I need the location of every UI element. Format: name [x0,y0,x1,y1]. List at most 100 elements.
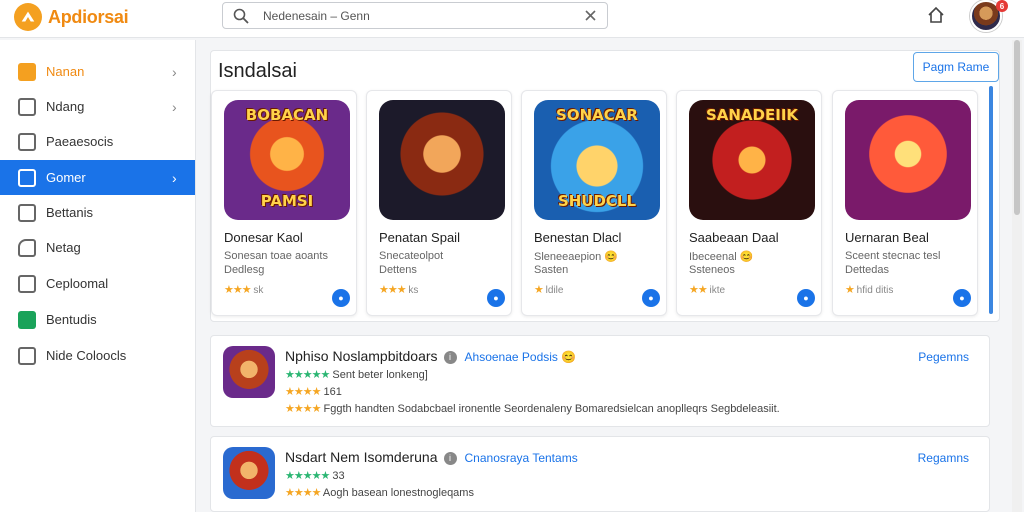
app-card[interactable]: SONACAR SHUDCLL Benestan Dlacl Sleneeaepion… [521,90,667,316]
sidebar-item-8[interactable]: Nide Coloocls [0,338,195,373]
info-icon[interactable]: i [443,452,457,465]
sidebar-item-label: Bettanis [46,205,93,220]
window-icon [18,97,36,116]
search-text[interactable]: Nedenesain – Genn [263,9,370,23]
artwork-title-bottom: SHUDCLL [557,192,637,210]
line-text: 33 [332,470,345,482]
app-card-rating: ★★ ikte [689,283,725,296]
app-card-rating: ★★★ ks [379,283,418,296]
search-icon [233,8,249,24]
app-artwork[interactable] [845,100,971,220]
check-icon [18,274,36,293]
app-card-subtitle: Sceent stecnac tesl [845,250,941,262]
top-bar: Apdiorsai Nedenesain – Genn 6 [0,0,1024,38]
developer-link[interactable]: Cnanosraya Tentams [465,451,578,465]
rating-text: hfid ditis [856,285,894,296]
sidebar-item-label: Paeaesocis [46,134,114,149]
line-text: 161 [323,386,342,398]
star-rating-icon: ★★★★★ [285,470,330,482]
section-title: Isndalsai [218,60,297,82]
app-thumbnail[interactable] [223,346,275,398]
apps-icon [18,62,36,81]
clear-search-icon[interactable] [584,9,597,22]
sidebar-item-label: Netag [46,240,81,255]
open-app-icon[interactable]: ● [797,289,815,307]
star-rating-icon: ★★★★ [285,487,321,499]
app-card-category: Dettedas [845,264,890,276]
list-item-name[interactable]: Nphiso Noslampbitdoars [285,348,438,364]
see-more-button[interactable]: Pagm Rame [913,52,999,82]
chevron-right-icon: › [172,98,177,115]
sidebar-item-5[interactable]: Netag [0,230,195,265]
app-artwork[interactable]: SONACAR SHUDCLL [534,100,660,220]
logo-icon[interactable] [14,3,42,31]
open-app-icon[interactable]: ● [487,289,505,307]
sidebar-item-label: Ceploomal [46,276,109,291]
list-item-title[interactable]: Nphiso Noslampbitdoars i Ahsoenae Podsis 😊 [285,348,576,364]
star-rating-icon: ★★★★ [285,386,321,398]
open-app-icon[interactable]: ● [953,289,971,307]
chevron-right-icon: › [172,63,177,80]
artwork-title-top: SONACAR [556,106,638,124]
sidebar-item-3[interactable]: Gomer › [0,160,195,195]
app-card-subtitle: Sleneeaepion 😊 [534,251,619,263]
sidebar-item-label: Bentudis [46,312,97,327]
app-brand[interactable]: Apdiorsai [48,7,129,28]
app-card[interactable]: Penatan Spail Snecateolpot Dettens ★★★ ks ● [366,90,512,316]
sidebar-item-label: Gomer [46,170,86,185]
list-item-action-link[interactable]: Regamns [918,451,969,465]
sidebar: Nanan › Ndang › Paeaesocis Gomer › Bettanis Neta… [0,40,196,512]
sidebar-item-1[interactable]: Ndang › [0,89,195,124]
star-rating-icon: ★ [534,284,544,296]
description-text: Fggth handten Sodabcbael ironentle Seord… [323,403,780,415]
list-item[interactable]: Nphiso Noslampbitdoars i Ahsoenae Podsis 😊… [210,335,990,427]
app-card-category: Dedlesg [224,264,265,276]
app-card-subtitle: Ibeceenal 😊 [689,251,754,263]
app-card[interactable]: Uernaran Beal Sceent stecnac tesl Dettedas… [832,90,978,316]
star-rating-icon: ★ [845,284,855,296]
app-artwork[interactable] [379,100,505,220]
developer-link[interactable]: Ahsoenae Podsis 😊 [465,350,577,364]
app-card[interactable]: SANADEIIK Saabeaan Daal Ibeceenal 😊 Ssteneo… [676,90,822,316]
app-card[interactable]: BOBACAN PAMSI Donesar Kaol Sonesan toae aoa… [211,90,357,316]
app-thumbnail[interactable] [223,447,275,499]
sidebar-item-label: Nide Coloocls [46,348,127,363]
app-card-title[interactable]: Penatan Spail [379,230,460,245]
search-input[interactable]: Nedenesain – Genn [222,2,608,29]
sidebar-item-4[interactable]: Bettanis [0,195,195,230]
rating-text: ldile [545,285,564,296]
scrollbar-thumb[interactable] [1014,40,1020,215]
checkbox-icon [18,346,36,365]
line-text: Sent beter lonkeng] [332,369,428,381]
carousel-scroll-indicator[interactable] [989,86,993,314]
open-app-icon[interactable]: ● [332,289,350,307]
app-artwork[interactable]: BOBACAN PAMSI [224,100,350,220]
sidebar-item-6[interactable]: Ceploomal [0,266,195,301]
info-icon[interactable]: i [443,351,457,364]
list-item-title[interactable]: Nsdart Nem Isomderuna i Cnanosraya Tentams [285,449,578,465]
home-icon[interactable] [926,5,946,25]
app-card-subtitle: Snecateolpot [379,250,444,262]
app-artwork[interactable]: SANADEIIK [689,100,815,220]
tag-icon [18,238,36,257]
list-item[interactable]: Nsdart Nem Isomderuna i Cnanosraya Tentams… [210,436,990,512]
card-icon [18,168,36,187]
star-rating-icon: ★★★★ [285,403,321,415]
app-card-rating: ★ hfid ditis [845,283,893,296]
notification-badge: 6 [996,0,1008,12]
sidebar-item-0[interactable]: Nanan › [0,54,195,89]
page-scrollbar[interactable] [1012,40,1022,512]
sidebar-item-2[interactable]: Paeaesocis [0,124,195,159]
artwork-title-top: BOBACAN [245,106,329,124]
sidebar-item-7[interactable]: Bentudis [0,302,195,337]
app-card-title[interactable]: Uernaran Beal [845,230,929,245]
app-card-title[interactable]: Donesar Kaol [224,230,303,245]
open-app-icon[interactable]: ● [642,289,660,307]
rating-text: ikte [709,285,726,296]
artwork-title-top: SANADEIIK [705,106,799,124]
list-item-action-link[interactable]: Pegemns [918,350,969,364]
app-card-title[interactable]: Benestan Dlacl [534,230,621,245]
app-card-title[interactable]: Saabeaan Daal [689,230,779,245]
rating-text: sk [253,285,264,296]
list-item-name[interactable]: Nsdart Nem Isomderuna [285,449,438,465]
